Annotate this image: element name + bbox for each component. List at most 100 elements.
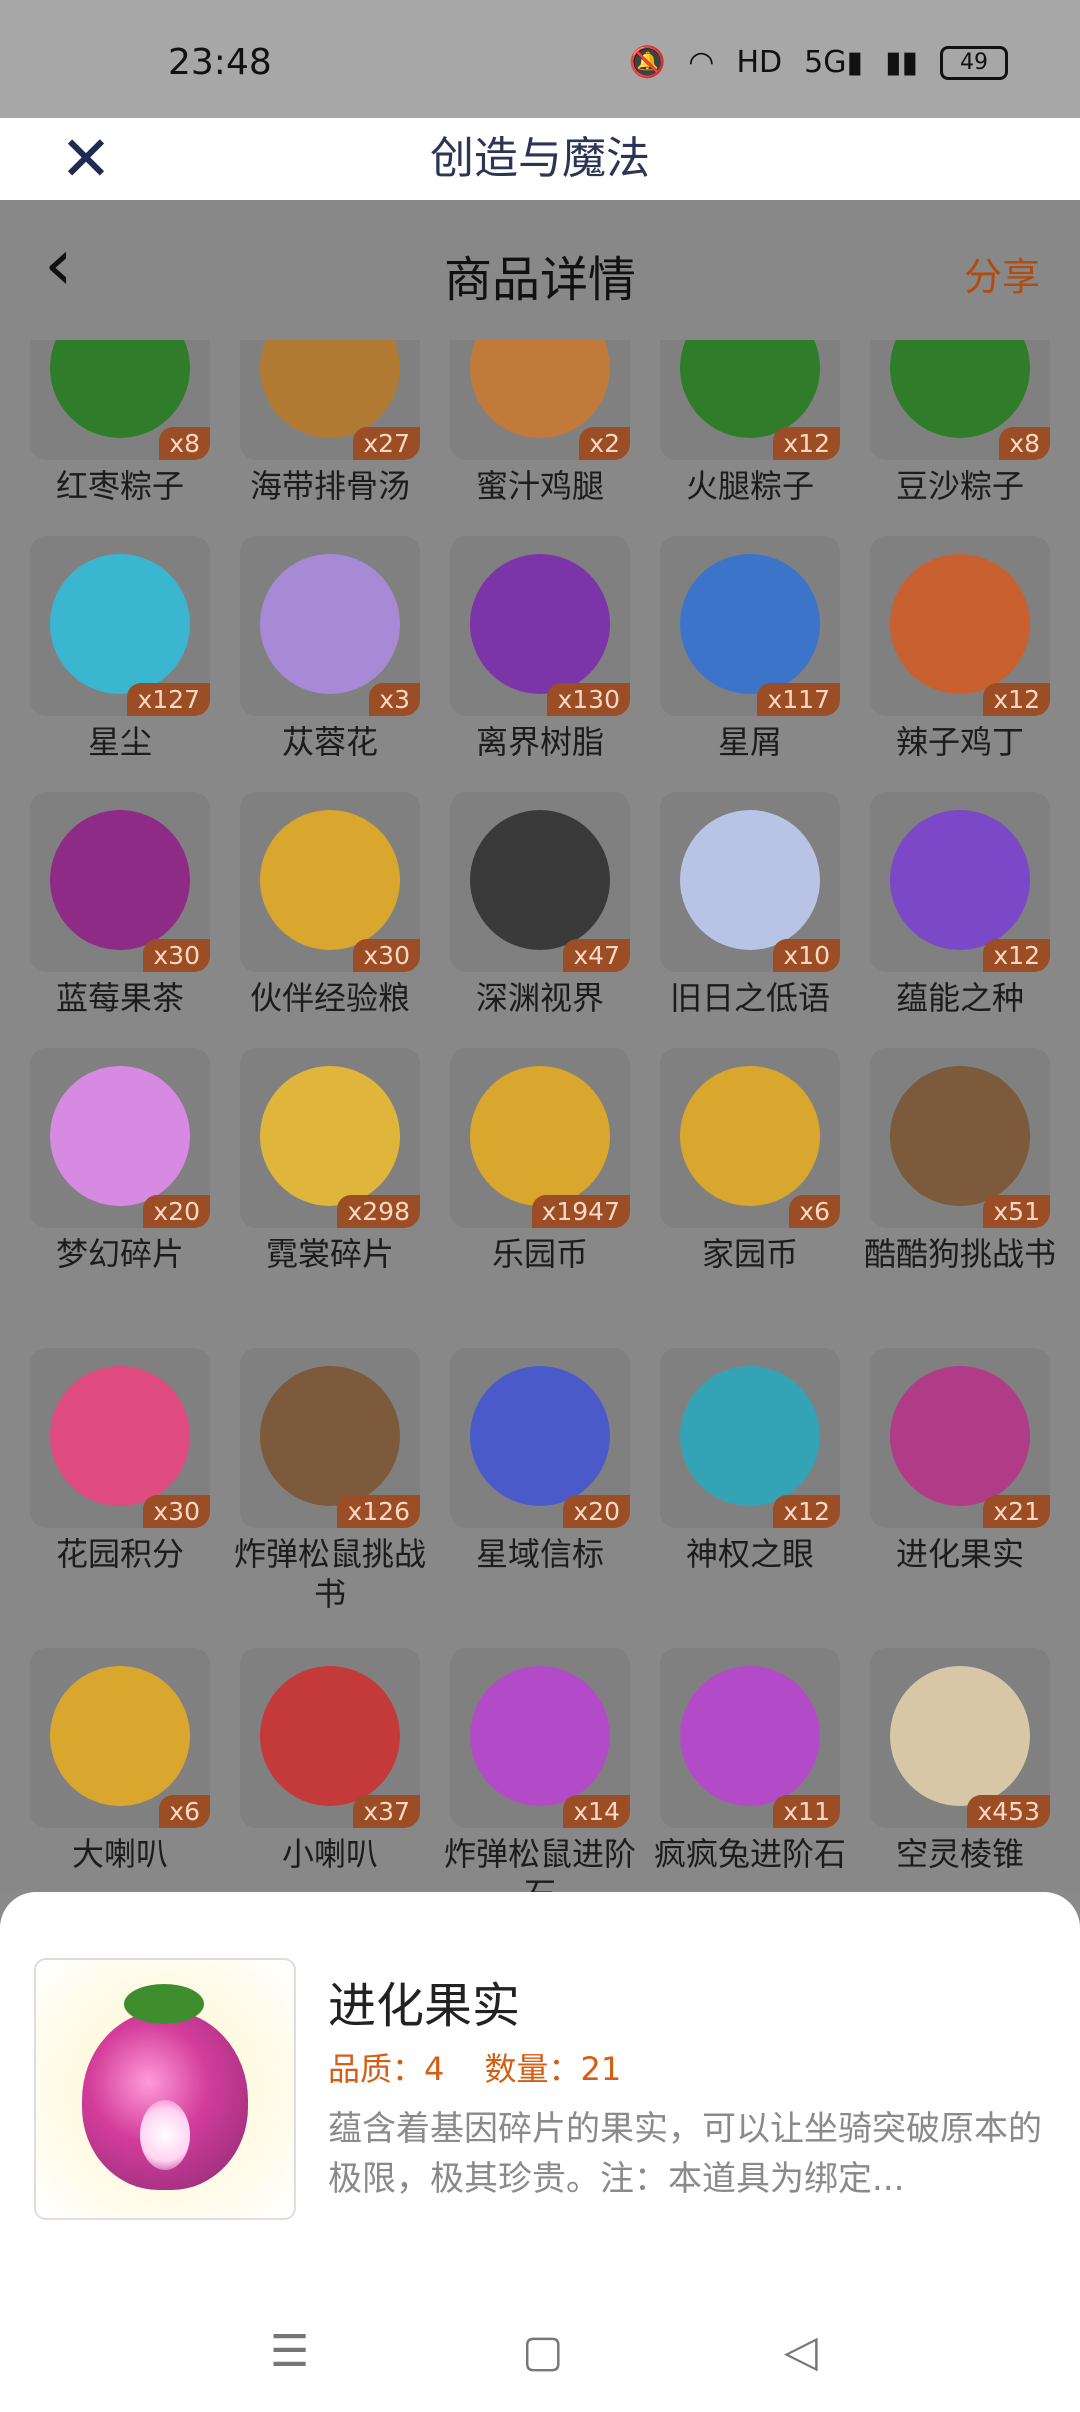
web-title: 创造与魔法 [430,133,650,184]
home-icon[interactable]: ▢ [522,2326,564,2377]
item-count: x117 [757,683,840,716]
item-art [680,810,820,950]
item-tile: x47 [450,792,630,972]
item-count: x126 [337,1495,420,1528]
item-art [680,1366,820,1506]
grid-item-23[interactable]: x20 星域信标 [435,1348,645,1574]
grid-item-24[interactable]: x12 神权之眼 [645,1348,855,1574]
item-label: 星屑 [717,723,782,761]
grid-item-1[interactable]: x8 红枣粽子 [15,340,225,506]
item-label: 小喇叭 [281,1835,378,1873]
item-tile: x37 [240,1648,420,1828]
item-label: 神权之眼 [685,1535,814,1573]
grid-item-4[interactable]: x12 火腿粽子 [645,340,855,506]
item-art [50,1366,190,1506]
item-label: 蓝莓果茶 [55,979,184,1017]
grid-item-25[interactable]: x21 进化果实 [855,1348,1065,1574]
grid-item-30[interactable]: x453 空灵棱锥 [855,1648,1065,1874]
item-label: 疯疯兔进阶石 [653,1835,846,1873]
back-nav-icon[interactable]: ◁ [784,2326,818,2377]
grid-item-2[interactable]: x27 海带排骨汤 [225,340,435,506]
item-label: 炸弹松鼠进阶石 [443,1835,636,1892]
grid-item-13[interactable]: x47 深渊视界 [435,792,645,1018]
grid-item-26[interactable]: x6 大喇叭 [15,1648,225,1874]
grid-item-28[interactable]: x14 炸弹松鼠进阶石 [435,1648,645,1892]
item-count: x12 [983,683,1050,716]
item-tile: x6 [30,1648,210,1828]
item-label: 霓裳碎片 [265,1235,394,1273]
item-tile: x126 [240,1348,420,1528]
item-count: x21 [983,1495,1050,1528]
grid-item-14[interactable]: x10 旧日之低语 [645,792,855,1018]
item-count: x37 [353,1795,420,1828]
item-count: x20 [143,1195,210,1228]
grid-item-9[interactable]: x117 星屑 [645,536,855,762]
grid-item-18[interactable]: x1947 乐园币 [435,1048,645,1274]
item-label: 苁蓉花 [281,723,378,761]
detail-name: 进化果实 [328,1978,521,2034]
detail-description: 蕴含着基因碎片的果实，可以让坐骑突破原本的极限，极其珍贵。注：本道具为绑定... [328,2109,1042,2199]
item-tile: x12 [870,792,1050,972]
item-label: 红枣粽子 [55,467,184,505]
grid-item-17[interactable]: x298 霓裳碎片 [225,1048,435,1274]
grid-item-12[interactable]: x30 伙伴经验粮 [225,792,435,1018]
item-count: x453 [967,1795,1050,1828]
grid-item-20[interactable]: x51 酷酷狗挑战书 [855,1048,1065,1274]
item-count: x130 [547,683,630,716]
status-bar: 23:48 🔕 ◠ HD 5G▮ ▮▮ 49 [0,0,1080,118]
item-art [890,554,1030,694]
grid-item-10[interactable]: x12 辣子鸡丁 [855,536,1065,762]
grid-item-11[interactable]: x30 蓝莓果茶 [15,792,225,1018]
grid-item-5[interactable]: x8 豆沙粽子 [855,340,1065,506]
item-label: 家园币 [701,1235,798,1273]
grid-item-3[interactable]: x2 蜜汁鸡腿 [435,340,645,506]
item-tile: x14 [450,1648,630,1828]
item-tile: x30 [30,1348,210,1528]
item-label: 火腿粽子 [685,467,814,505]
status-time: 23:48 [168,42,272,83]
item-label: 空灵棱锥 [895,1835,1024,1873]
page-title: 商品详情 [443,252,636,308]
grid-item-15[interactable]: x12 蕴能之种 [855,792,1065,1018]
menu-icon[interactable]: ☰ [270,2326,309,2377]
item-art [470,1366,610,1506]
item-art [260,340,400,438]
item-label: 星尘 [87,723,152,761]
grid-item-27[interactable]: x37 小喇叭 [225,1648,435,1874]
item-count: x12 [983,939,1050,972]
grid-item-21[interactable]: x30 花园积分 [15,1348,225,1574]
item-count: x1947 [531,1195,630,1228]
item-art [50,1666,190,1806]
battery-icon: 49 [940,46,1008,80]
item-tile: x12 [660,340,840,460]
web-header: ✕ 创造与魔法 [0,118,1080,200]
item-count: x2 [579,427,630,460]
item-tile: x30 [30,792,210,972]
item-tile: x51 [870,1048,1050,1228]
grid-item-29[interactable]: x11 疯疯兔进阶石 [645,1648,855,1874]
item-count: x30 [143,939,210,972]
detail-quality: 品质：4 [328,2050,445,2088]
item-art [890,1666,1030,1806]
item-art [890,1066,1030,1206]
item-tile: x21 [870,1348,1050,1528]
grid-item-16[interactable]: x20 梦幻碎片 [15,1048,225,1274]
item-count: x12 [773,427,840,460]
item-art [470,340,610,438]
item-count: x12 [773,1495,840,1528]
detail-meta: 品质：4 数量：21 [328,2044,651,2090]
item-count: x47 [563,939,630,972]
grid-item-19[interactable]: x6 家园币 [645,1048,855,1274]
item-label: 海带排骨汤 [249,467,410,505]
item-detail-sheet[interactable]: 进化果实 品质：4 数量：21 蕴含着基因碎片的果实，可以让坐骑突破原本的极限，… [0,1892,1080,2412]
item-art [470,810,610,950]
item-art [50,554,190,694]
grid-item-8[interactable]: x130 离界树脂 [435,536,645,762]
grid-item-6[interactable]: x127 星尘 [15,536,225,762]
item-art [50,1066,190,1206]
grid-item-22[interactable]: x126 炸弹松鼠挑战书 [225,1348,435,1614]
status-icons: 🔕 ◠ HD 5G▮ ▮▮ 49 [629,46,1008,80]
share-button[interactable]: 分享 [964,246,1040,301]
items-grid: x8 红枣粽子 x27 海带排骨汤 x2 蜜汁鸡腿 x12 火腿粽子 x8 豆沙… [0,340,1080,1892]
grid-item-7[interactable]: x3 苁蓉花 [225,536,435,762]
